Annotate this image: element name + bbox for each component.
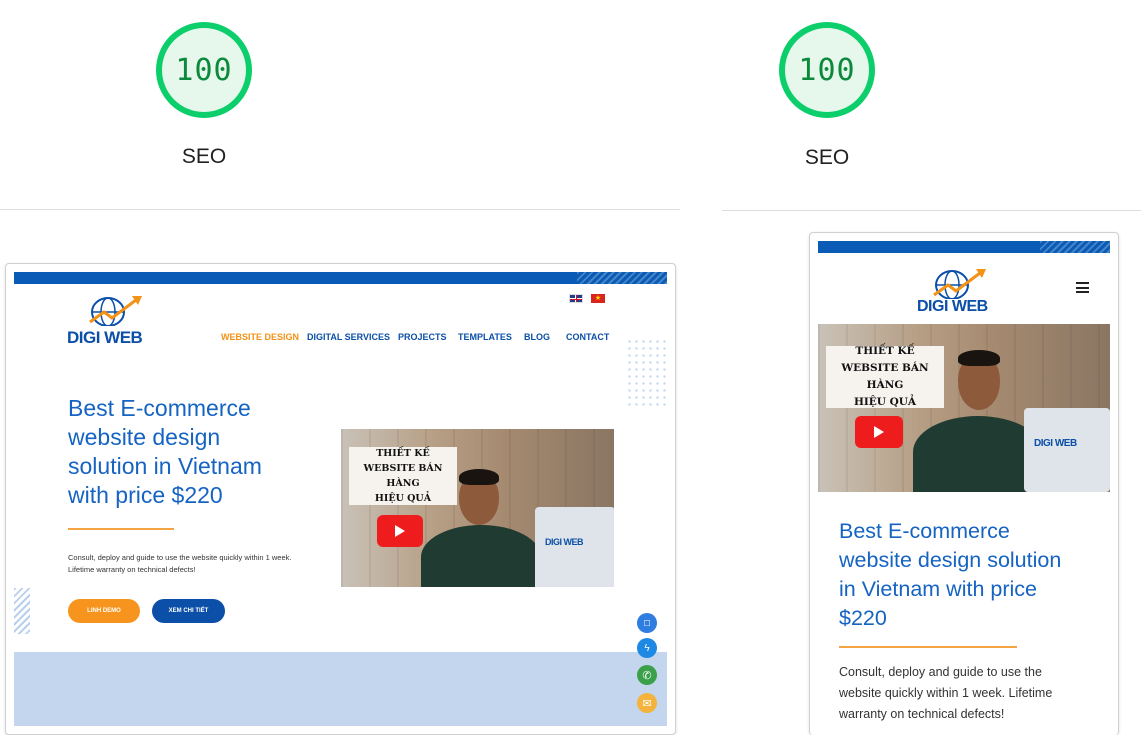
- hero-description-line: warranty on technical defects!: [839, 707, 1005, 721]
- video-caption-line: THIẾT KẾ: [376, 448, 430, 459]
- desktop-screenshot-frame: DIGI WEB ★ WEBSITE DESIGN DIGITAL SERVIC…: [5, 263, 676, 735]
- decorative-dots: [626, 338, 668, 406]
- seo-score-value: 100: [798, 52, 856, 88]
- seo-score-label: SEO: [804, 146, 850, 169]
- phone-icon[interactable]: ✆: [637, 665, 657, 685]
- video-caption-line: HIỆU QUẢ: [374, 493, 432, 504]
- seo-score-gauge-mobile: 100: [779, 22, 875, 118]
- flag-en-icon[interactable]: [569, 294, 583, 303]
- video-caption-line: THIẾT KẾ: [855, 345, 915, 357]
- flag-vi-icon[interactable]: ★: [591, 294, 605, 303]
- nav-website-design[interactable]: WEBSITE DESIGN: [221, 332, 299, 342]
- globe-arrow-logo-icon: [89, 296, 142, 326]
- video-caption-line: HIỆU QUẢ: [853, 396, 917, 408]
- video-caption-line: WEBSITE BÁN HÀNG: [363, 463, 443, 489]
- details-button[interactable]: XEM CHI TIẾT: [152, 599, 225, 623]
- hero-title-line: website design solution: [839, 548, 1062, 572]
- hamburger-menu-icon[interactable]: [1076, 282, 1089, 293]
- hero-description-line: Consult, deploy and guide to use the: [839, 665, 1042, 679]
- hero-divider: [68, 528, 174, 530]
- hero-description-line: website quickly within 1 week. Lifetime: [839, 686, 1053, 700]
- hero-bottom-band: [14, 652, 667, 726]
- video-caption: THIẾT KẾ WEBSITE BÁN HÀNG HIỆU QUẢ: [349, 447, 457, 505]
- decorative-hatch: [14, 588, 30, 634]
- nav-contact[interactable]: CONTACT: [566, 332, 609, 342]
- globe-arrow-logo-icon: [933, 269, 986, 299]
- nav-blog[interactable]: BLOG: [524, 332, 550, 342]
- youtube-play-icon[interactable]: [377, 515, 423, 547]
- mobile-screenshot-frame: DIGI WEB DIGI WEB THIẾT KẾ WEBSITE BÁN H…: [809, 232, 1119, 735]
- hero-title-line: in Vietnam with price: [839, 577, 1037, 601]
- hero-divider: [839, 646, 1017, 648]
- nav-digital-services[interactable]: DIGITAL SERVICES: [307, 332, 390, 342]
- logo-text: DIGI WEB: [67, 328, 143, 347]
- hero-title-line: Best E-commerce: [839, 519, 1010, 543]
- promo-video-thumbnail[interactable]: DIGI WEB THIẾT KẾ WEBSITE BÁN HÀNG HIỆU …: [341, 429, 614, 587]
- youtube-play-icon[interactable]: [855, 416, 903, 448]
- logo-text: DIGI WEB: [917, 298, 988, 315]
- laptop-logo: DIGI WEB: [545, 537, 584, 547]
- nav-projects[interactable]: PROJECTS: [398, 332, 447, 342]
- laptop: DIGI WEB: [535, 507, 614, 587]
- hero-description-line: Lifetime warranty on technical defects!: [68, 565, 196, 574]
- section-divider-desktop: [0, 209, 680, 210]
- hero-title-line: solution in Vietnam: [68, 453, 262, 479]
- hero-description-line: Consult, deploy and guide to use the web…: [68, 553, 292, 562]
- video-caption-line: WEBSITE BÁN HÀNG: [841, 362, 929, 391]
- hero-title: Best E-commerce website design solution …: [68, 394, 328, 510]
- seo-score-value: 100: [175, 52, 233, 88]
- zalo-icon[interactable]: ☐: [637, 613, 657, 633]
- nav-templates[interactable]: TEMPLATES: [458, 332, 512, 342]
- promo-video-thumbnail[interactable]: DIGI WEB THIẾT KẾ WEBSITE BÁN HÀNG HIỆU …: [818, 324, 1110, 492]
- messenger-icon[interactable]: ϟ: [637, 638, 657, 658]
- seo-score-label: SEO: [181, 145, 227, 168]
- section-divider-mobile: [722, 210, 1141, 211]
- hero-title-line: $220: [839, 606, 887, 630]
- hero-title-line: with price $220: [68, 482, 223, 508]
- hero-title-line: Best E-commerce: [68, 395, 251, 421]
- hero-title: Best E-commerce website design solution …: [839, 517, 1109, 633]
- site-top-bar: [14, 272, 667, 284]
- hero-description: Consult, deploy and guide to use the web…: [839, 662, 1109, 725]
- site-logo[interactable]: DIGI WEB: [914, 265, 1004, 317]
- site-top-bar: [818, 241, 1110, 253]
- demo-button[interactable]: LINH DEMO: [68, 599, 140, 623]
- video-caption: THIẾT KẾ WEBSITE BÁN HÀNG HIỆU QUẢ: [826, 345, 944, 408]
- email-icon[interactable]: ✉: [637, 693, 657, 713]
- hero-description: Consult, deploy and guide to use the web…: [68, 552, 338, 576]
- site-logo[interactable]: DIGI WEB: [66, 292, 166, 347]
- seo-score-gauge-desktop: 100: [156, 22, 252, 118]
- laptop: DIGI WEB: [1024, 408, 1110, 492]
- laptop-logo: DIGI WEB: [1034, 438, 1077, 449]
- hero-title-line: website design: [68, 424, 221, 450]
